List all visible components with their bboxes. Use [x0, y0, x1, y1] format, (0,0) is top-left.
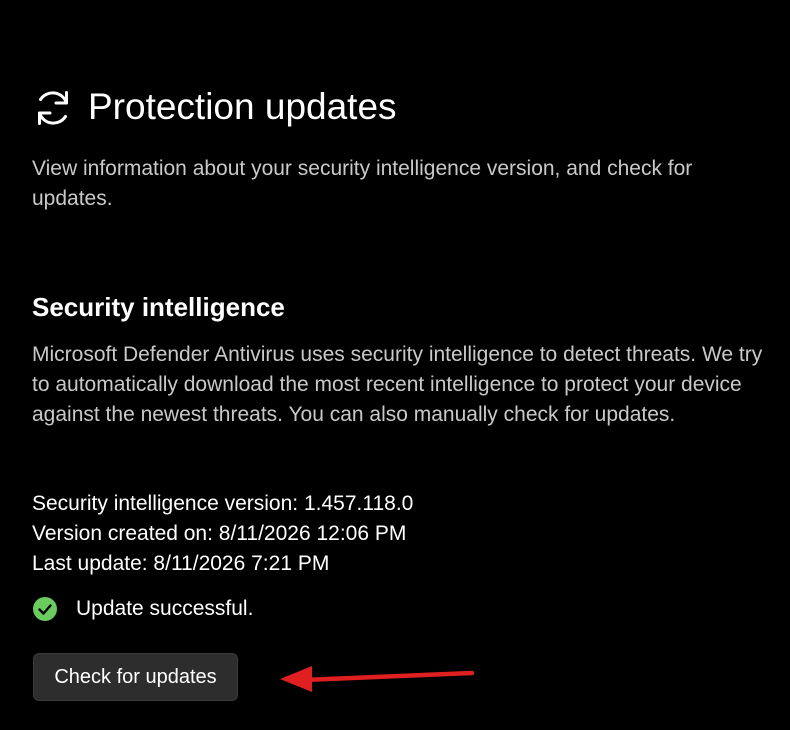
status-text: Update successful.: [76, 597, 254, 620]
version-info: Security intelligence version: 1.457.118…: [32, 489, 413, 579]
page-title: Protection updates: [88, 86, 397, 127]
check-for-updates-button[interactable]: Check for updates: [33, 653, 238, 701]
update-status: Update successful.: [32, 594, 253, 624]
intelligence-version: Security intelligence version: 1.457.118…: [32, 492, 414, 515]
page-header: Protection updates: [32, 82, 397, 132]
page-description: View information about your security int…: [32, 157, 693, 210]
red-arrow-icon: [280, 666, 475, 692]
section-description: Microsoft Defender Antivirus uses securi…: [32, 343, 763, 426]
section-title-security-intelligence: Security intelligence: [32, 292, 285, 322]
version-created-on: Version created on: 8/11/2026 12:06 PM: [32, 522, 407, 545]
checkmark-circle-icon: [33, 597, 57, 621]
last-update: Last update: 8/11/2026 7:21 PM: [32, 552, 330, 575]
refresh-icon: [38, 91, 68, 125]
